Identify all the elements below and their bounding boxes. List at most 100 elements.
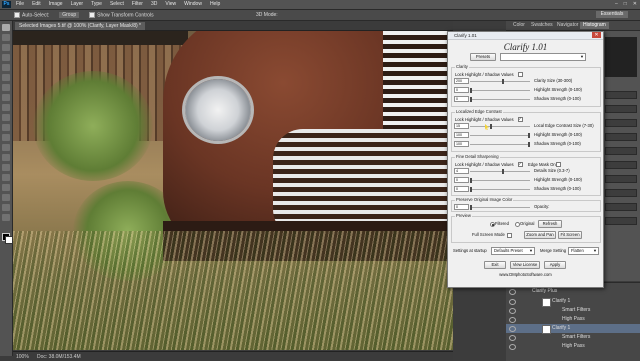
path-select-tool-icon[interactable] bbox=[2, 184, 10, 191]
healing-tool-icon[interactable] bbox=[2, 84, 10, 91]
layer-row[interactable]: Smart Filters bbox=[506, 306, 640, 315]
layer-row[interactable]: High Pass bbox=[506, 315, 640, 324]
lock-checkbox[interactable] bbox=[518, 116, 523, 122]
lock-checkbox[interactable] bbox=[518, 72, 523, 77]
slider-knob[interactable] bbox=[470, 88, 472, 93]
merge-dropdown[interactable]: Flatten ▼ bbox=[568, 247, 599, 255]
opacity-value[interactable]: 0 bbox=[454, 204, 469, 210]
zoom-level[interactable]: 100% bbox=[16, 354, 29, 360]
visibility-eye-icon[interactable] bbox=[509, 344, 516, 350]
tab-navigator[interactable]: Navigator bbox=[554, 22, 581, 29]
background-color-swatch[interactable] bbox=[5, 236, 13, 244]
value-slider[interactable] bbox=[470, 178, 530, 183]
blur-tool-icon[interactable] bbox=[2, 144, 10, 151]
value-slider[interactable] bbox=[470, 133, 530, 138]
dodge-tool-icon[interactable] bbox=[2, 154, 10, 161]
marquee-tool-icon[interactable] bbox=[2, 34, 10, 41]
value-slider[interactable] bbox=[470, 169, 530, 174]
image-canvas[interactable] bbox=[13, 31, 453, 350]
layer-row[interactable]: Clarify 1 bbox=[506, 297, 640, 307]
menu-select[interactable]: Select bbox=[110, 1, 124, 7]
dialog-titlebar[interactable]: Clarify 1.01 ✕ bbox=[448, 32, 603, 40]
layer-row[interactable]: High Pass bbox=[506, 342, 640, 351]
value-slider[interactable] bbox=[470, 187, 530, 192]
full-screen-checkbox[interactable] bbox=[507, 233, 512, 238]
value-field[interactable]: 0 bbox=[454, 96, 469, 102]
slider-knob[interactable] bbox=[490, 124, 493, 129]
panel-row[interactable] bbox=[605, 105, 637, 113]
menu-image[interactable]: Image bbox=[49, 1, 63, 7]
value-field[interactable]: 4 bbox=[454, 168, 469, 174]
brush-tool-icon[interactable] bbox=[2, 94, 10, 101]
startup-dropdown[interactable]: Defaults Preset ▼ bbox=[491, 247, 535, 255]
panel-row[interactable] bbox=[605, 203, 637, 211]
menu-window[interactable]: Window bbox=[184, 1, 202, 7]
menu-help[interactable]: Help bbox=[210, 1, 220, 7]
value-slider[interactable] bbox=[470, 79, 530, 84]
website-link[interactable]: www.DMphotoSoftware.com bbox=[448, 272, 603, 277]
minimize-icon[interactable]: – bbox=[615, 1, 618, 7]
slider-knob[interactable] bbox=[470, 205, 472, 210]
workspace-switcher[interactable]: Essentials bbox=[596, 11, 628, 18]
slider-knob[interactable] bbox=[501, 79, 504, 84]
visibility-eye-icon[interactable] bbox=[509, 335, 516, 341]
visibility-eye-icon[interactable] bbox=[509, 289, 516, 295]
pen-tool-icon[interactable] bbox=[2, 164, 10, 171]
visibility-eye-icon[interactable] bbox=[509, 308, 516, 314]
shape-tool-icon[interactable] bbox=[2, 194, 10, 201]
layer-row[interactable]: Clarify 1 bbox=[506, 324, 640, 334]
opacity-slider[interactable] bbox=[470, 205, 530, 210]
clone-stamp-tool-icon[interactable] bbox=[2, 104, 10, 111]
zoom-tool-icon[interactable] bbox=[2, 214, 10, 221]
slider-knob[interactable] bbox=[501, 169, 504, 174]
menu-3d[interactable]: 3D bbox=[151, 1, 157, 7]
menu-type[interactable]: Type bbox=[91, 1, 102, 7]
value-slider[interactable] bbox=[470, 88, 530, 93]
layer-row[interactable]: Clarify Plus bbox=[506, 287, 640, 296]
move-tool-icon[interactable] bbox=[2, 24, 10, 31]
view-license-button[interactable]: View License bbox=[510, 261, 540, 269]
lock-checkbox[interactable] bbox=[518, 161, 523, 167]
slider-knob[interactable] bbox=[528, 133, 530, 138]
quick-select-tool-icon[interactable] bbox=[2, 54, 10, 61]
tab-color[interactable]: Color bbox=[510, 22, 528, 29]
auto-select-checkbox[interactable] bbox=[14, 12, 20, 18]
lasso-tool-icon[interactable] bbox=[2, 44, 10, 51]
maximize-icon[interactable]: □ bbox=[624, 1, 627, 7]
value-field[interactable]: 15 bbox=[454, 123, 469, 129]
panel-row[interactable] bbox=[605, 217, 637, 225]
type-tool-icon[interactable] bbox=[2, 174, 10, 181]
eraser-tool-icon[interactable] bbox=[2, 124, 10, 131]
menu-file[interactable]: File bbox=[16, 1, 24, 7]
apply-button[interactable]: Apply bbox=[544, 261, 566, 269]
menu-view[interactable]: View bbox=[165, 1, 176, 7]
history-brush-tool-icon[interactable] bbox=[2, 114, 10, 121]
slider-knob[interactable] bbox=[470, 97, 472, 102]
panel-row[interactable] bbox=[605, 189, 637, 197]
value-field[interactable]: 100 bbox=[454, 132, 469, 138]
crop-tool-icon[interactable] bbox=[2, 64, 10, 71]
show-transform-checkbox[interactable] bbox=[89, 12, 96, 18]
value-field[interactable]: 100 bbox=[454, 141, 469, 147]
layer-row[interactable]: Smart Filters bbox=[506, 333, 640, 342]
auto-select-option[interactable]: Auto-Select: bbox=[14, 12, 49, 18]
menu-filter[interactable]: Filter bbox=[132, 1, 143, 7]
visibility-eye-icon[interactable] bbox=[509, 317, 516, 323]
value-slider[interactable] bbox=[470, 97, 530, 102]
panel-row[interactable] bbox=[605, 175, 637, 183]
tab-swatches[interactable]: Swatches bbox=[528, 22, 556, 29]
visibility-eye-icon[interactable] bbox=[509, 326, 516, 332]
value-field[interactable]: 200 bbox=[454, 78, 469, 84]
value-slider[interactable] bbox=[470, 142, 530, 147]
show-transform-option[interactable]: Show Transform Controls bbox=[89, 12, 154, 18]
gradient-tool-icon[interactable] bbox=[2, 134, 10, 141]
panel-row[interactable] bbox=[605, 91, 637, 99]
group-dropdown[interactable]: Group bbox=[59, 12, 80, 19]
exit-button[interactable]: Exit bbox=[484, 261, 506, 269]
value-field[interactable]: 0 bbox=[454, 186, 469, 192]
presets-dropdown[interactable]: ▼ bbox=[500, 53, 586, 61]
dialog-close-icon[interactable]: ✕ bbox=[592, 32, 601, 38]
refresh-button[interactable]: Refresh bbox=[538, 220, 562, 228]
slider-knob[interactable] bbox=[470, 178, 472, 183]
slider-knob[interactable] bbox=[470, 187, 472, 192]
